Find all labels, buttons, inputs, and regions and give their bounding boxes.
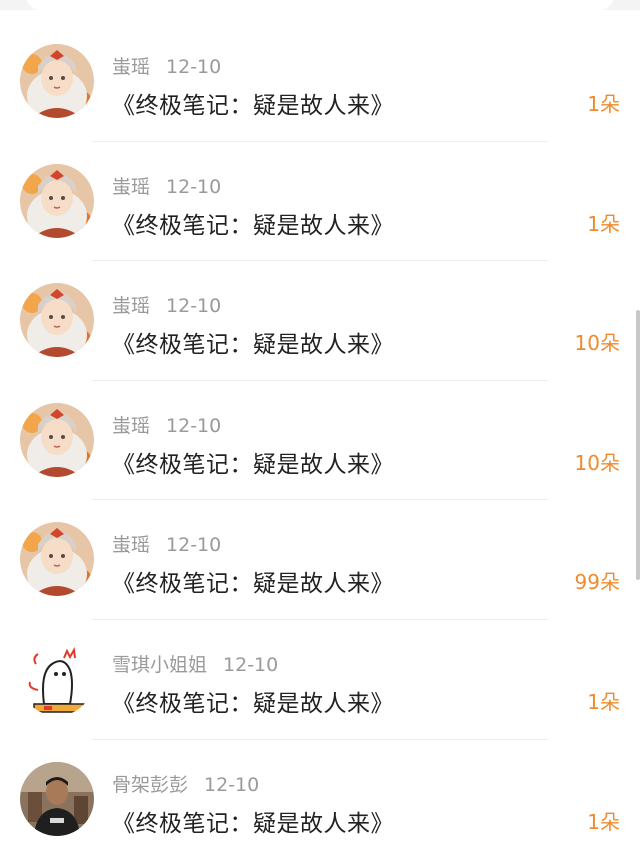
girl-avatar-icon[interactable]	[20, 402, 94, 477]
top-card-edge	[26, 0, 614, 10]
flower-count: 1朵	[587, 809, 620, 834]
username-line: 蚩瑶 12-10	[112, 52, 221, 79]
list-item[interactable]: 蚩瑶 12-10 《终极笔记：疑是故人来》 10朵	[0, 261, 640, 381]
list-item[interactable]: 蚩瑶 12-10 《终极笔记：疑是故人来》 1朵	[0, 22, 640, 142]
username-line: 蚩瑶 12-10	[112, 172, 221, 199]
flower-count: 1朵	[587, 689, 620, 714]
book-title: 《终极笔记：疑是故人来》	[112, 332, 394, 359]
list-item[interactable]: 蚩瑶 12-10 《终极笔记：疑是故人来》 99朵	[0, 500, 640, 620]
list-item[interactable]: 蚩瑶 12-10 《终极笔记：疑是故人来》 1朵	[0, 142, 640, 262]
flower-count: 10朵	[574, 331, 620, 356]
username[interactable]: 雪琪小姐姐	[112, 654, 207, 676]
girl-avatar-icon[interactable]	[20, 163, 94, 238]
scrollbar[interactable]	[636, 310, 640, 580]
cartoon-ghost-avatar-icon[interactable]	[20, 641, 94, 716]
man-photo-avatar-icon[interactable]	[20, 761, 94, 836]
date: 12-10	[223, 653, 279, 676]
book-title: 《终极笔记：疑是故人来》	[112, 810, 394, 837]
list-item[interactable]: 骨架彭彭 12-10 《终极笔记：疑是故人来》 1朵	[0, 740, 640, 859]
book-title: 《终极笔记：疑是故人来》	[112, 451, 394, 478]
username[interactable]: 蚩瑶	[112, 56, 150, 78]
gift-list: 蚩瑶 12-10 《终极笔记：疑是故人来》 1朵 蚩瑶 12-10 《终极笔记：…	[0, 22, 640, 859]
username[interactable]: 蚩瑶	[112, 176, 150, 198]
username-line: 蚩瑶 12-10	[112, 291, 221, 318]
flower-count: 99朵	[574, 570, 620, 595]
username[interactable]: 蚩瑶	[112, 534, 150, 556]
flower-count: 1朵	[587, 92, 620, 116]
book-title: 《终极笔记：疑是故人来》	[112, 690, 394, 717]
flower-count: 10朵	[574, 450, 620, 475]
list-item[interactable]: 蚩瑶 12-10 《终极笔记：疑是故人来》 10朵	[0, 381, 640, 501]
book-title: 《终极笔记：疑是故人来》	[112, 212, 394, 239]
book-title: 《终极笔记：疑是故人来》	[112, 571, 394, 598]
date: 12-10	[166, 56, 222, 78]
date: 12-10	[166, 534, 222, 557]
girl-avatar-icon[interactable]	[20, 283, 94, 358]
date: 12-10	[166, 295, 222, 318]
username-line: 蚩瑶 12-10	[112, 530, 221, 557]
list-item[interactable]: 雪琪小姐姐 12-10 《终极笔记：疑是故人来》 1朵	[0, 620, 640, 740]
book-title: 《终极笔记：疑是故人来》	[112, 93, 394, 119]
username[interactable]: 骨架彭彭	[112, 774, 188, 796]
username-line: 骨架彭彭 12-10	[112, 770, 259, 797]
girl-avatar-icon[interactable]	[20, 44, 94, 118]
date: 12-10	[204, 773, 260, 796]
flower-count: 1朵	[587, 211, 620, 236]
username-line: 蚩瑶 12-10	[112, 411, 221, 438]
date: 12-10	[166, 414, 222, 437]
username[interactable]: 蚩瑶	[112, 295, 150, 317]
username-line: 雪琪小姐姐 12-10	[112, 650, 278, 677]
top-bar	[0, 0, 640, 10]
username[interactable]: 蚩瑶	[112, 415, 150, 437]
girl-avatar-icon[interactable]	[20, 522, 94, 597]
date: 12-10	[166, 175, 222, 198]
